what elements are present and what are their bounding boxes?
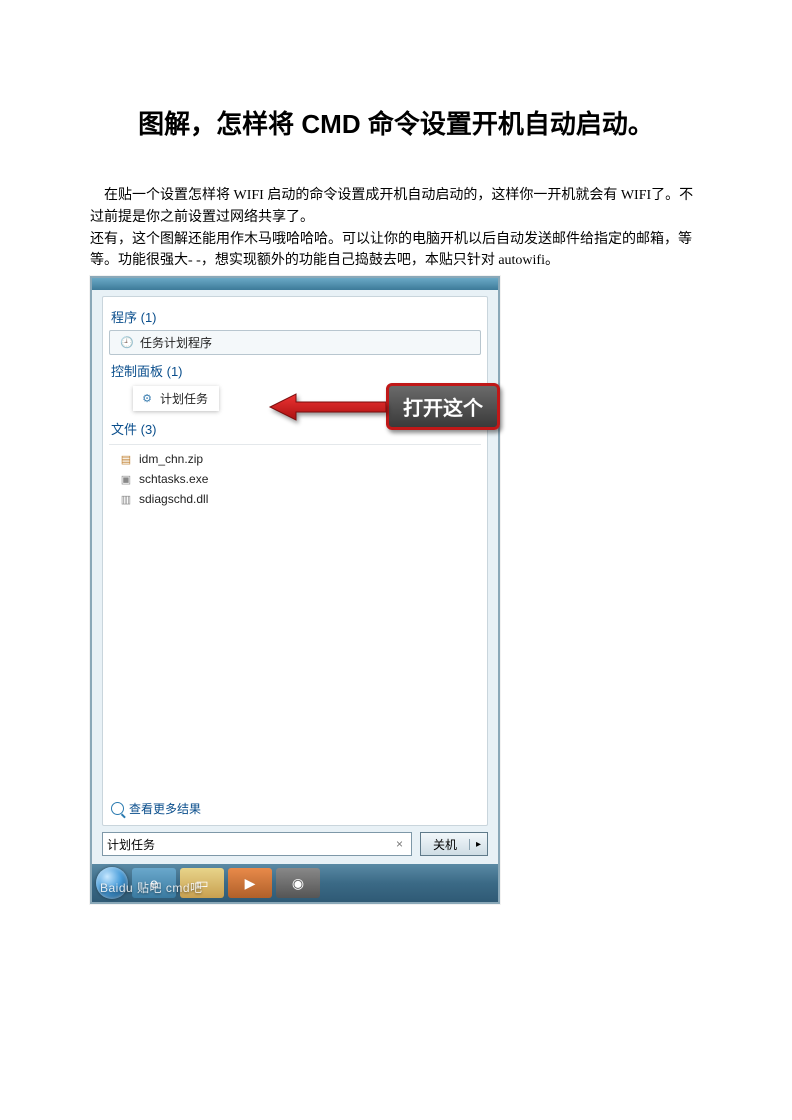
shutdown-button[interactable]: 关机 ▸: [420, 832, 488, 856]
search-results-panel: 程序 (1) 🕘 任务计划程序 控制面板 (1) ⚙ 计划任务 文件 (3) ▤…: [102, 296, 488, 826]
divider: [109, 444, 481, 445]
more-results-label: 查看更多结果: [129, 800, 201, 817]
search-input-wrap[interactable]: ×: [102, 832, 412, 856]
result-file[interactable]: ▣ schtasks.exe: [109, 469, 481, 489]
startmenu-screenshot: 程序 (1) 🕘 任务计划程序 控制面板 (1) ⚙ 计划任务 文件 (3) ▤…: [90, 276, 500, 904]
section-programs: 程序 (1): [109, 303, 481, 330]
window-titlebar-strip: [92, 278, 498, 290]
taskbar-chrome[interactable]: ◉: [276, 868, 320, 898]
result-label: idm_chn.zip: [139, 452, 203, 466]
paragraph-1: 在贴一个设置怎样将 WIFI 启动的命令设置成开机自动启动的，这样你一开机就会有…: [90, 185, 702, 228]
chevron-right-icon[interactable]: ▸: [469, 839, 487, 850]
page-title: 图解，怎样将 CMD 命令设置开机自动启动。: [90, 100, 702, 149]
clear-icon[interactable]: ×: [392, 837, 407, 851]
taskbar-explorer[interactable]: ▭: [180, 868, 224, 898]
arrow-icon: [266, 390, 386, 424]
dll-icon: ▥: [119, 492, 133, 506]
control-panel-icon: ⚙: [140, 392, 154, 406]
result-label: sdiagschd.dll: [139, 492, 208, 506]
result-task-scheduler[interactable]: 🕘 任务计划程序: [109, 330, 481, 355]
taskbar: e ▭ ▶ ◉ Baidu 贴吧 cmd吧: [92, 864, 498, 902]
clock-icon: 🕘: [120, 336, 134, 350]
see-more-results[interactable]: 查看更多结果: [111, 800, 201, 817]
start-orb[interactable]: [96, 867, 128, 899]
result-label: 任务计划程序: [140, 334, 212, 351]
result-label: 计划任务: [160, 390, 208, 407]
search-row: × 关机 ▸: [92, 832, 498, 864]
shutdown-label: 关机: [421, 836, 469, 853]
taskbar-ie[interactable]: e: [132, 868, 176, 898]
callout-label: 打开这个: [386, 383, 500, 430]
result-file[interactable]: ▤ idm_chn.zip: [109, 449, 481, 469]
taskbar-mediaplayer[interactable]: ▶: [228, 868, 272, 898]
exe-icon: ▣: [119, 472, 133, 486]
annotation-callout: 打开这个: [266, 383, 500, 430]
result-file[interactable]: ▥ sdiagschd.dll: [109, 489, 481, 509]
paragraph-2: 还有，这个图解还能用作木马哦哈哈哈。可以让你的电脑开机以后自动发送邮件给指定的邮…: [90, 229, 702, 272]
result-scheduled-tasks[interactable]: ⚙ 计划任务: [133, 386, 219, 411]
section-controlpanel: 控制面板 (1): [109, 357, 481, 384]
result-label: schtasks.exe: [139, 472, 208, 486]
search-icon: [111, 802, 124, 815]
search-input[interactable]: [107, 837, 392, 852]
zip-icon: ▤: [119, 452, 133, 466]
